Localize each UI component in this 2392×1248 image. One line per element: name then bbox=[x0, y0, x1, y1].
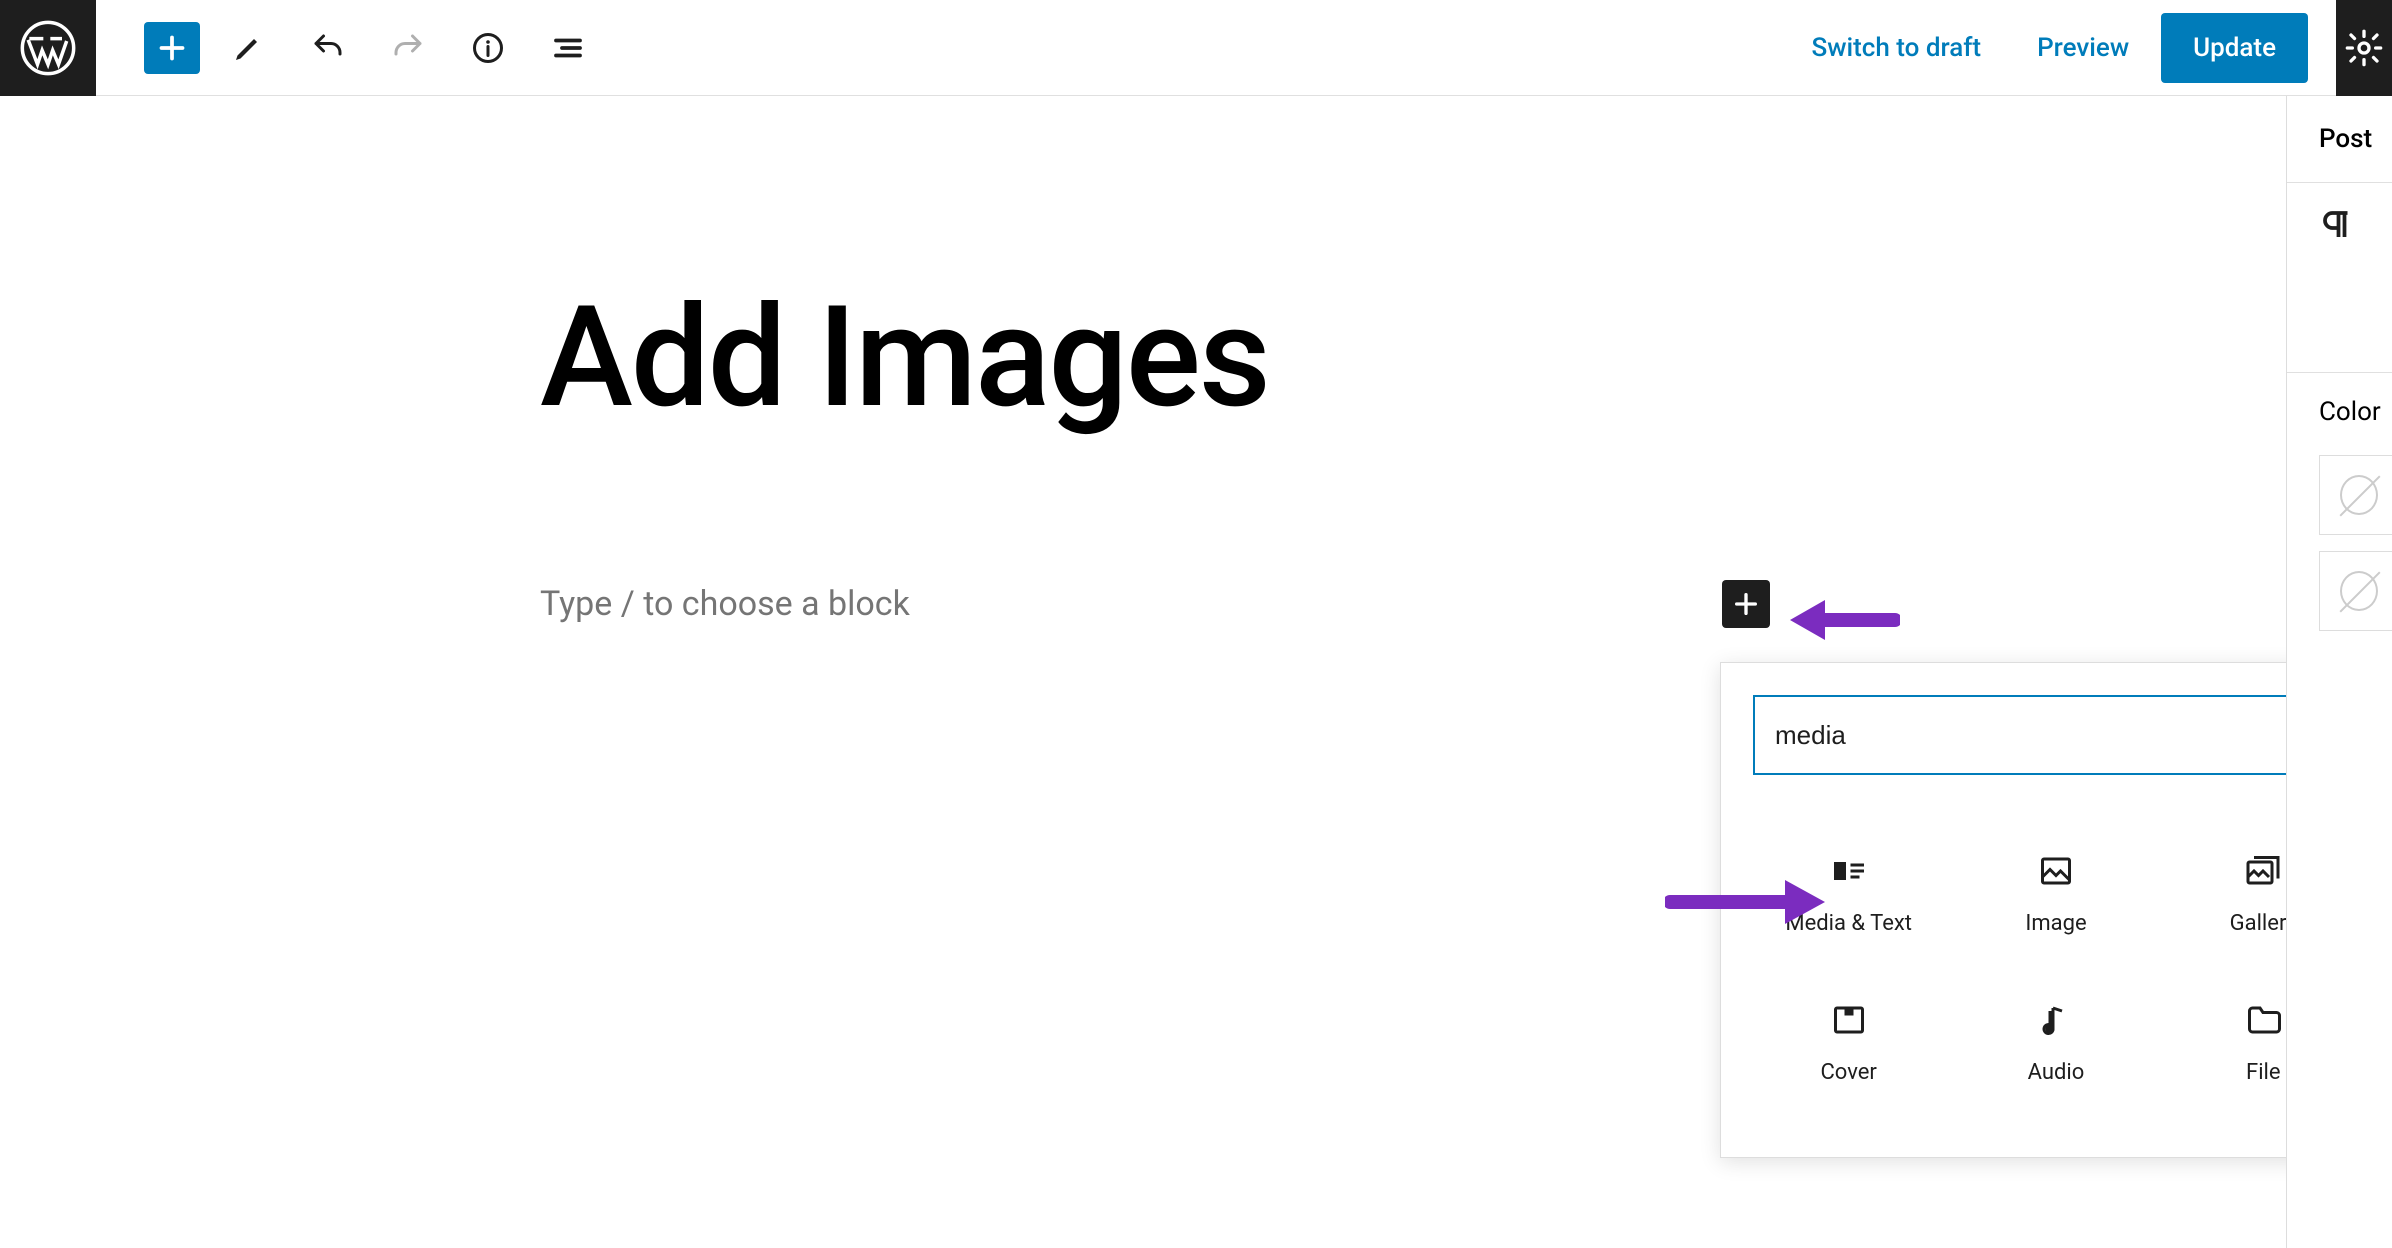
undo-icon bbox=[310, 30, 346, 66]
block-search-box bbox=[1753, 695, 2359, 775]
toolbar-left-group bbox=[96, 20, 600, 76]
sidebar-paragraph-section bbox=[2287, 183, 2392, 373]
undo-button[interactable] bbox=[296, 20, 360, 76]
media-text-icon bbox=[1829, 851, 1869, 891]
block-item-label: Audio bbox=[2028, 1060, 2085, 1085]
inline-add-block-button[interactable] bbox=[1722, 580, 1770, 628]
info-button[interactable] bbox=[456, 20, 520, 76]
add-block-toggle[interactable] bbox=[144, 22, 200, 74]
paragraph-icon bbox=[2319, 207, 2355, 243]
background-color-swatch[interactable] bbox=[2319, 551, 2392, 631]
text-color-swatch[interactable] bbox=[2319, 455, 2392, 535]
block-item-audio[interactable]: Audio bbox=[1952, 968, 2159, 1117]
post-title-input[interactable]: Add Images bbox=[540, 276, 2392, 440]
block-item-label: Image bbox=[2025, 911, 2086, 936]
block-item-label: Media & Text bbox=[1785, 911, 1912, 936]
info-icon bbox=[470, 30, 506, 66]
sidebar-tab-post[interactable]: Post bbox=[2287, 96, 2392, 183]
redo-icon bbox=[390, 30, 426, 66]
settings-button[interactable] bbox=[2336, 0, 2392, 96]
block-item-media-text[interactable]: Media & Text bbox=[1745, 819, 1952, 968]
pencil-icon bbox=[230, 30, 266, 66]
switch-to-draft-link[interactable]: Switch to draft bbox=[1787, 21, 2005, 75]
sidebar-color-section: Color bbox=[2287, 373, 2392, 655]
list-view-icon bbox=[550, 30, 586, 66]
redo-button[interactable] bbox=[376, 20, 440, 76]
image-icon bbox=[2036, 851, 2076, 891]
plus-icon bbox=[154, 30, 190, 66]
preview-link[interactable]: Preview bbox=[2013, 21, 2153, 75]
block-item-image[interactable]: Image bbox=[1952, 819, 2159, 968]
block-placeholder-text[interactable]: Type / to choose a block bbox=[540, 584, 1722, 624]
editor-canvas: Add Images Type / to choose a block bbox=[0, 96, 2392, 628]
plus-icon bbox=[1730, 588, 1762, 620]
empty-block-row: Type / to choose a block bbox=[540, 580, 1770, 628]
list-view-button[interactable] bbox=[536, 20, 600, 76]
toolbar-right-group: Switch to draft Preview Update bbox=[1787, 0, 2372, 96]
cover-icon bbox=[1829, 1000, 1869, 1040]
none-color-icon bbox=[2340, 475, 2378, 515]
none-color-icon bbox=[2340, 571, 2378, 611]
block-search-input[interactable] bbox=[1775, 720, 2309, 751]
top-toolbar: Switch to draft Preview Update bbox=[0, 0, 2392, 96]
edit-mode-button[interactable] bbox=[216, 20, 280, 76]
color-section-title: Color bbox=[2319, 397, 2392, 447]
file-icon bbox=[2243, 1000, 2283, 1040]
gear-icon bbox=[2344, 28, 2384, 68]
block-item-label: Cover bbox=[1820, 1060, 1876, 1085]
block-item-label: File bbox=[2246, 1060, 2281, 1085]
wordpress-icon bbox=[20, 20, 76, 76]
color-swatches bbox=[2319, 447, 2392, 631]
block-item-cover[interactable]: Cover bbox=[1745, 968, 1952, 1117]
update-button[interactable]: Update bbox=[2161, 13, 2308, 83]
settings-sidebar: Post Color bbox=[2286, 96, 2392, 1248]
audio-icon bbox=[2036, 1000, 2076, 1040]
gallery-icon bbox=[2243, 851, 2283, 891]
wordpress-logo-button[interactable] bbox=[0, 0, 96, 96]
